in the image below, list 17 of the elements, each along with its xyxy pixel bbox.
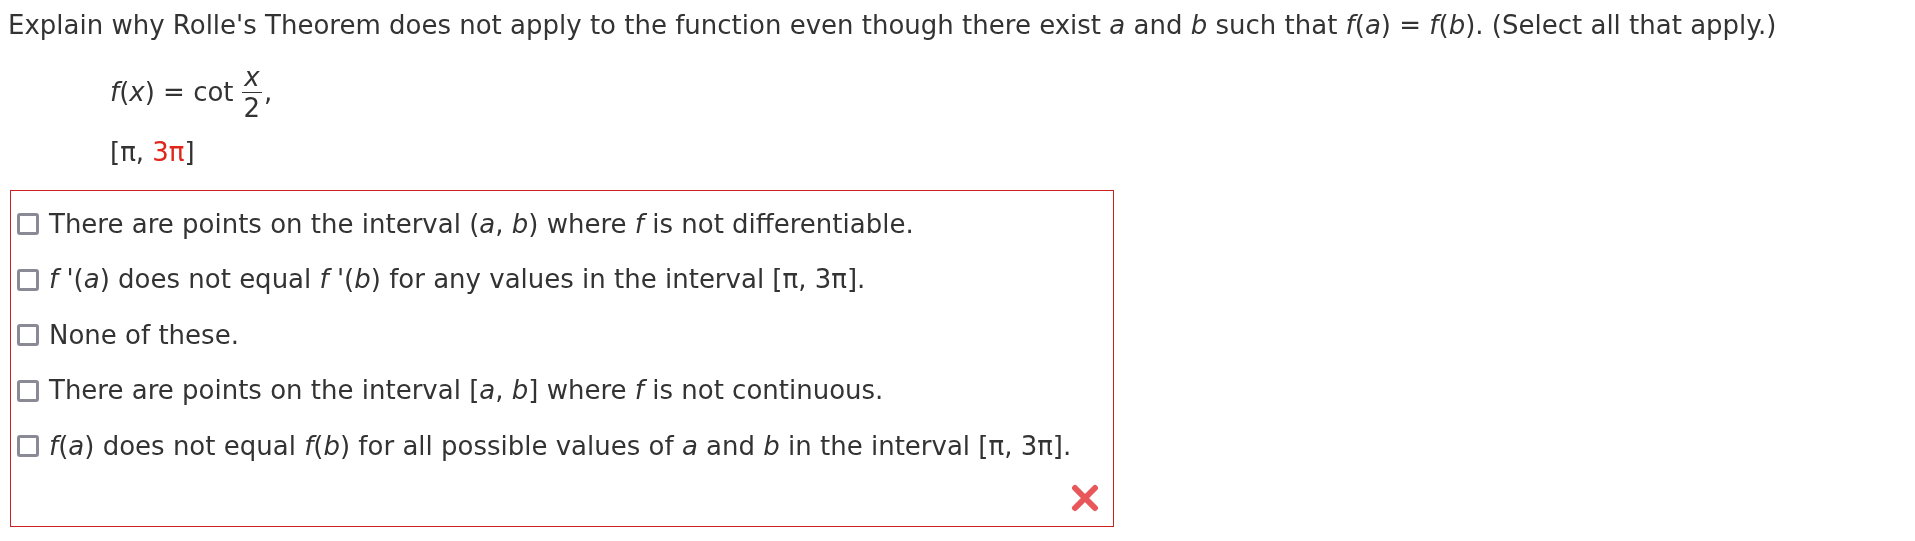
checkbox[interactable] xyxy=(17,213,39,235)
option-text: f '(a) does not equal f '(b) for any values in the interval [π, 3π]. xyxy=(49,263,866,296)
checkbox[interactable] xyxy=(17,435,39,457)
interval-text: ] xyxy=(184,136,195,169)
function-formula: f(x) = cot xyxy=(110,76,234,109)
option-text: f(a) does not equal f(b) for all possible values of a and b in the interval [π, 3π]. xyxy=(49,429,1072,463)
checkbox[interactable] xyxy=(17,268,39,291)
question-text: Explain why Rolle's Theorem does not apply to the function even though there exist a and b such that f(a) = f(b). (Select all that apply.) xyxy=(8,9,1778,42)
interval-text: [π, xyxy=(110,136,146,169)
option-text: There are points on the interval (a, b) where f is not differentiable. xyxy=(49,207,914,241)
option-text: There are points on the interval [a, b] where f is not continuous. xyxy=(49,374,884,407)
option-text: None of these. xyxy=(49,318,239,352)
checkbox[interactable] xyxy=(17,379,39,402)
checkbox[interactable] xyxy=(17,324,39,346)
highlighted-interval-text: 3π xyxy=(152,136,185,169)
comma: , xyxy=(264,76,273,109)
fraction: x 2 xyxy=(241,62,263,123)
